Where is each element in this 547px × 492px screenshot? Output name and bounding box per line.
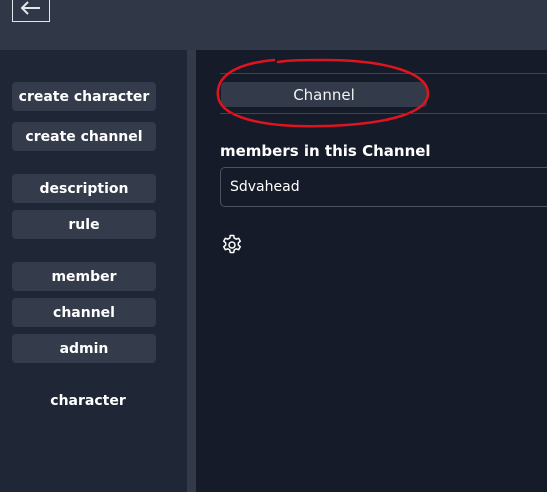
members-section-title: members in this Channel: [220, 142, 431, 160]
sidebar-divider[interactable]: [187, 50, 196, 492]
main-panel: Channel members in this Channel Sdvahead: [196, 50, 547, 492]
member-item[interactable]: Sdvahead: [230, 179, 300, 195]
arrow-left-icon: [20, 1, 40, 15]
character-label[interactable]: character: [12, 390, 164, 412]
back-button[interactable]: [12, 0, 50, 22]
tab-channel[interactable]: Channel: [221, 82, 427, 107]
tab-underline-divider: [220, 113, 547, 114]
admin-button[interactable]: admin: [12, 334, 156, 363]
gear-icon[interactable]: [220, 233, 244, 257]
description-button[interactable]: description: [12, 174, 156, 203]
member-button[interactable]: member: [12, 262, 156, 291]
top-divider: [220, 73, 547, 74]
rule-button[interactable]: rule: [12, 210, 156, 239]
create-character-button[interactable]: create character: [12, 82, 156, 111]
members-list: Sdvahead: [220, 167, 547, 207]
create-channel-button[interactable]: create channel: [12, 122, 156, 151]
sidebar: create character create channel descript…: [0, 50, 187, 492]
channel-button[interactable]: channel: [12, 298, 156, 327]
top-bar: [0, 0, 547, 50]
